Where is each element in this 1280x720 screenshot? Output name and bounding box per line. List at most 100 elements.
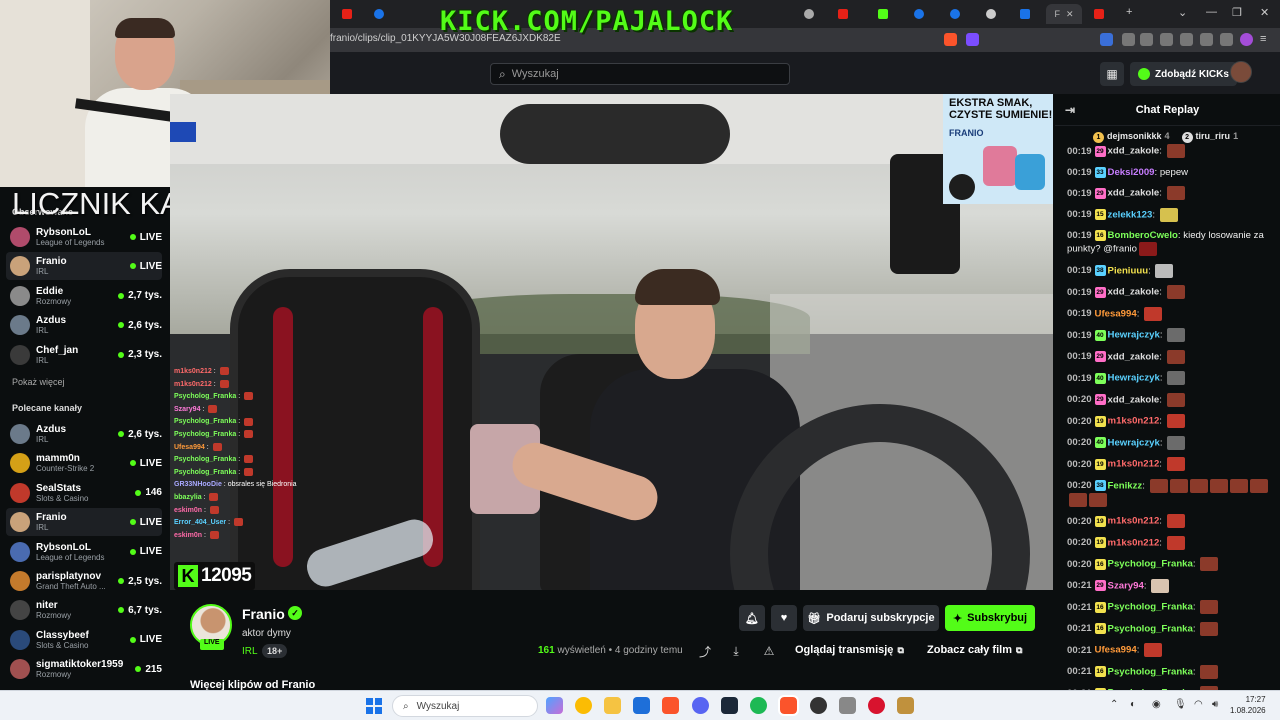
tray-app-icon[interactable]: ◉ bbox=[1152, 699, 1161, 710]
sidebar-channel[interactable]: Franio IRL LIVE bbox=[6, 252, 162, 281]
sidebar-channel[interactable]: Franio IRL LIVE bbox=[6, 508, 162, 537]
browser-tab[interactable] bbox=[796, 4, 824, 24]
maximize-button[interactable]: ❐ bbox=[1232, 6, 1242, 19]
sidebar-channel[interactable]: sigmatiktoker1959 Rozmowy 215 bbox=[6, 655, 162, 683]
browser-tab[interactable] bbox=[906, 4, 934, 24]
tab-list-chevron-icon[interactable]: ⌄ bbox=[1178, 6, 1187, 19]
brave-active-icon[interactable] bbox=[778, 695, 799, 716]
chat-username[interactable]: Psycholog_Franka bbox=[1108, 602, 1193, 613]
browser-tab[interactable] bbox=[830, 4, 858, 24]
share-icon[interactable]: ⤴ bbox=[695, 641, 715, 661]
chat-username[interactable]: Pieniuuu bbox=[1108, 265, 1149, 276]
chat-username[interactable]: Hewrajczyk bbox=[1108, 330, 1160, 341]
sidebar-channel[interactable]: mamm0n Counter-Strike 2 LIVE bbox=[6, 449, 162, 477]
chat-username[interactable]: xdd_zakole bbox=[1108, 351, 1160, 362]
sidebar-channel[interactable]: Classybeef Slots & Casino LIVE bbox=[6, 626, 162, 654]
chat-username[interactable]: BomberoCwelo bbox=[1108, 230, 1178, 241]
chat-username[interactable]: xdd_zakole bbox=[1108, 287, 1160, 298]
chat-username[interactable]: Ufesa994 bbox=[1095, 645, 1137, 656]
wallet-icon[interactable] bbox=[1180, 33, 1193, 46]
extension-icon[interactable] bbox=[1100, 33, 1113, 46]
sidebar-channel[interactable]: Chef_jan IRL 2,3 tys. bbox=[6, 341, 162, 369]
chat-username[interactable]: m1ks0n212 bbox=[1108, 516, 1160, 527]
browser-tab[interactable] bbox=[978, 4, 1006, 24]
volume-icon[interactable]: 🔊︎ bbox=[1212, 699, 1218, 710]
sidebar-channel[interactable]: Azdus IRL 2,6 tys. bbox=[6, 311, 162, 339]
chat-username[interactable]: xdd_zakole bbox=[1108, 394, 1160, 405]
show-more-link[interactable]: Pokaż więcej bbox=[12, 377, 65, 387]
obs-icon[interactable] bbox=[810, 697, 827, 714]
sidebar-channel[interactable]: Eddie Rozmowy 2,7 tys. bbox=[6, 282, 162, 310]
sidebar-channel[interactable]: Azdus IRL 2,6 tys. bbox=[6, 420, 162, 448]
collapse-chat-icon[interactable]: ⇥ bbox=[1065, 103, 1075, 117]
user-avatar[interactable] bbox=[1230, 61, 1252, 83]
streamer-name[interactable]: Franio bbox=[242, 606, 285, 622]
puzzle-icon[interactable] bbox=[1122, 33, 1135, 46]
calculator-icon[interactable] bbox=[839, 697, 856, 714]
subscribe-button[interactable]: ✦ Subskrybuj bbox=[945, 605, 1035, 631]
close-window-button[interactable]: ✕ bbox=[1260, 6, 1269, 19]
taskbar-clock[interactable]: 17:27 1.08.2026 bbox=[1230, 694, 1266, 716]
chat-username[interactable]: Psycholog_Franka bbox=[1108, 559, 1193, 570]
brave-icon[interactable] bbox=[662, 697, 679, 714]
ai-icon[interactable] bbox=[1200, 33, 1213, 46]
discord-icon[interactable] bbox=[692, 697, 709, 714]
chat-username[interactable]: Ufesa994 bbox=[1095, 308, 1137, 319]
report-icon[interactable]: ⚠ bbox=[759, 641, 779, 661]
minimize-button[interactable]: — bbox=[1206, 6, 1217, 18]
category-link[interactable]: IRL bbox=[242, 646, 258, 657]
store-icon[interactable] bbox=[633, 697, 650, 714]
tray-app-icon[interactable]: ◐ bbox=[1130, 699, 1136, 710]
chat-username[interactable]: Fenikzz bbox=[1108, 480, 1143, 491]
notification-bell-button[interactable]: 🔔︎ bbox=[739, 605, 765, 631]
tray-chevron-icon[interactable]: ⌃ bbox=[1110, 699, 1118, 710]
download-icon[interactable]: ⤓ bbox=[726, 641, 746, 661]
chat-username[interactable]: xdd_zakole bbox=[1108, 146, 1160, 157]
chrome-icon[interactable] bbox=[575, 697, 592, 714]
chat-username[interactable]: m1ks0n212 bbox=[1108, 416, 1160, 427]
shield-icon[interactable] bbox=[1220, 33, 1233, 46]
microphone-icon[interactable]: 🎙︎ bbox=[1174, 699, 1187, 710]
bookmark-icon[interactable] bbox=[1160, 33, 1173, 46]
chat-username[interactable]: Psycholog_Franka bbox=[1108, 623, 1193, 634]
menu-icon[interactable]: ≡ bbox=[1260, 33, 1273, 46]
chat-username[interactable]: Hewrajczyk bbox=[1108, 373, 1160, 384]
browser-tab[interactable] bbox=[1086, 4, 1114, 24]
follow-heart-button[interactable]: ♥ bbox=[771, 605, 797, 631]
app-icon[interactable] bbox=[897, 697, 914, 714]
sidebar-channel[interactable]: niter Rozmowy 6,7 tys. bbox=[6, 596, 162, 624]
watch-stream-link[interactable]: Oglądaj transmisję ⧉ bbox=[787, 638, 912, 662]
browser-tab-active[interactable]: F ✕ bbox=[1046, 4, 1082, 24]
layout-button[interactable]: ▦ bbox=[1100, 62, 1124, 86]
file-explorer-icon[interactable] bbox=[604, 697, 621, 714]
taskbar-search[interactable]: ⌕ Wyszukaj bbox=[392, 695, 538, 717]
watch-full-link[interactable]: Zobacz cały film ⧉ bbox=[919, 638, 1030, 662]
browser-tab[interactable] bbox=[1012, 4, 1040, 24]
chat-username[interactable]: m1ks0n212 bbox=[1108, 537, 1160, 548]
chat-username[interactable]: zelekk123 bbox=[1108, 209, 1153, 220]
music-icon[interactable] bbox=[1140, 33, 1153, 46]
sidebar-channel[interactable]: SealStats Slots & Casino 146 bbox=[6, 479, 162, 507]
video-player[interactable]: EKSTRA SMAK, CZYSTE SUMIENIE! FRANIO m1k… bbox=[170, 94, 1053, 590]
windows-start-icon[interactable] bbox=[366, 698, 382, 714]
browser-tab[interactable] bbox=[870, 4, 898, 24]
chat-username[interactable]: m1ks0n212 bbox=[1108, 459, 1160, 470]
browser-tab[interactable] bbox=[366, 4, 394, 24]
chat-username[interactable]: Szary94 bbox=[1108, 580, 1144, 591]
chat-username[interactable]: Psycholog_Franka bbox=[1108, 666, 1193, 677]
steam-icon[interactable] bbox=[721, 697, 738, 714]
sidebar-channel[interactable]: RybsonLoL League of Legends LIVE bbox=[6, 223, 162, 251]
search-input[interactable]: ⌕ Wyszukaj bbox=[490, 63, 790, 85]
close-tab-icon[interactable]: ✕ bbox=[1066, 9, 1074, 20]
copilot-icon[interactable] bbox=[546, 697, 563, 714]
browser-tab[interactable] bbox=[334, 4, 362, 24]
browser-tab[interactable] bbox=[942, 4, 970, 24]
sidebar-channel[interactable]: parisplatynov Grand Theft Auto ... 2,5 tys… bbox=[6, 567, 162, 595]
chat-username[interactable]: xdd_zakole bbox=[1108, 188, 1160, 199]
chat-username[interactable]: Deksi2009 bbox=[1108, 167, 1155, 178]
new-tab-button[interactable]: + bbox=[1126, 6, 1132, 18]
gift-sub-button[interactable]: 🎁︎ Podaruj subskrypcje bbox=[803, 605, 939, 631]
app-icon[interactable] bbox=[868, 697, 885, 714]
brave-shield-icon[interactable] bbox=[944, 33, 957, 46]
profile-icon[interactable] bbox=[1240, 33, 1253, 46]
